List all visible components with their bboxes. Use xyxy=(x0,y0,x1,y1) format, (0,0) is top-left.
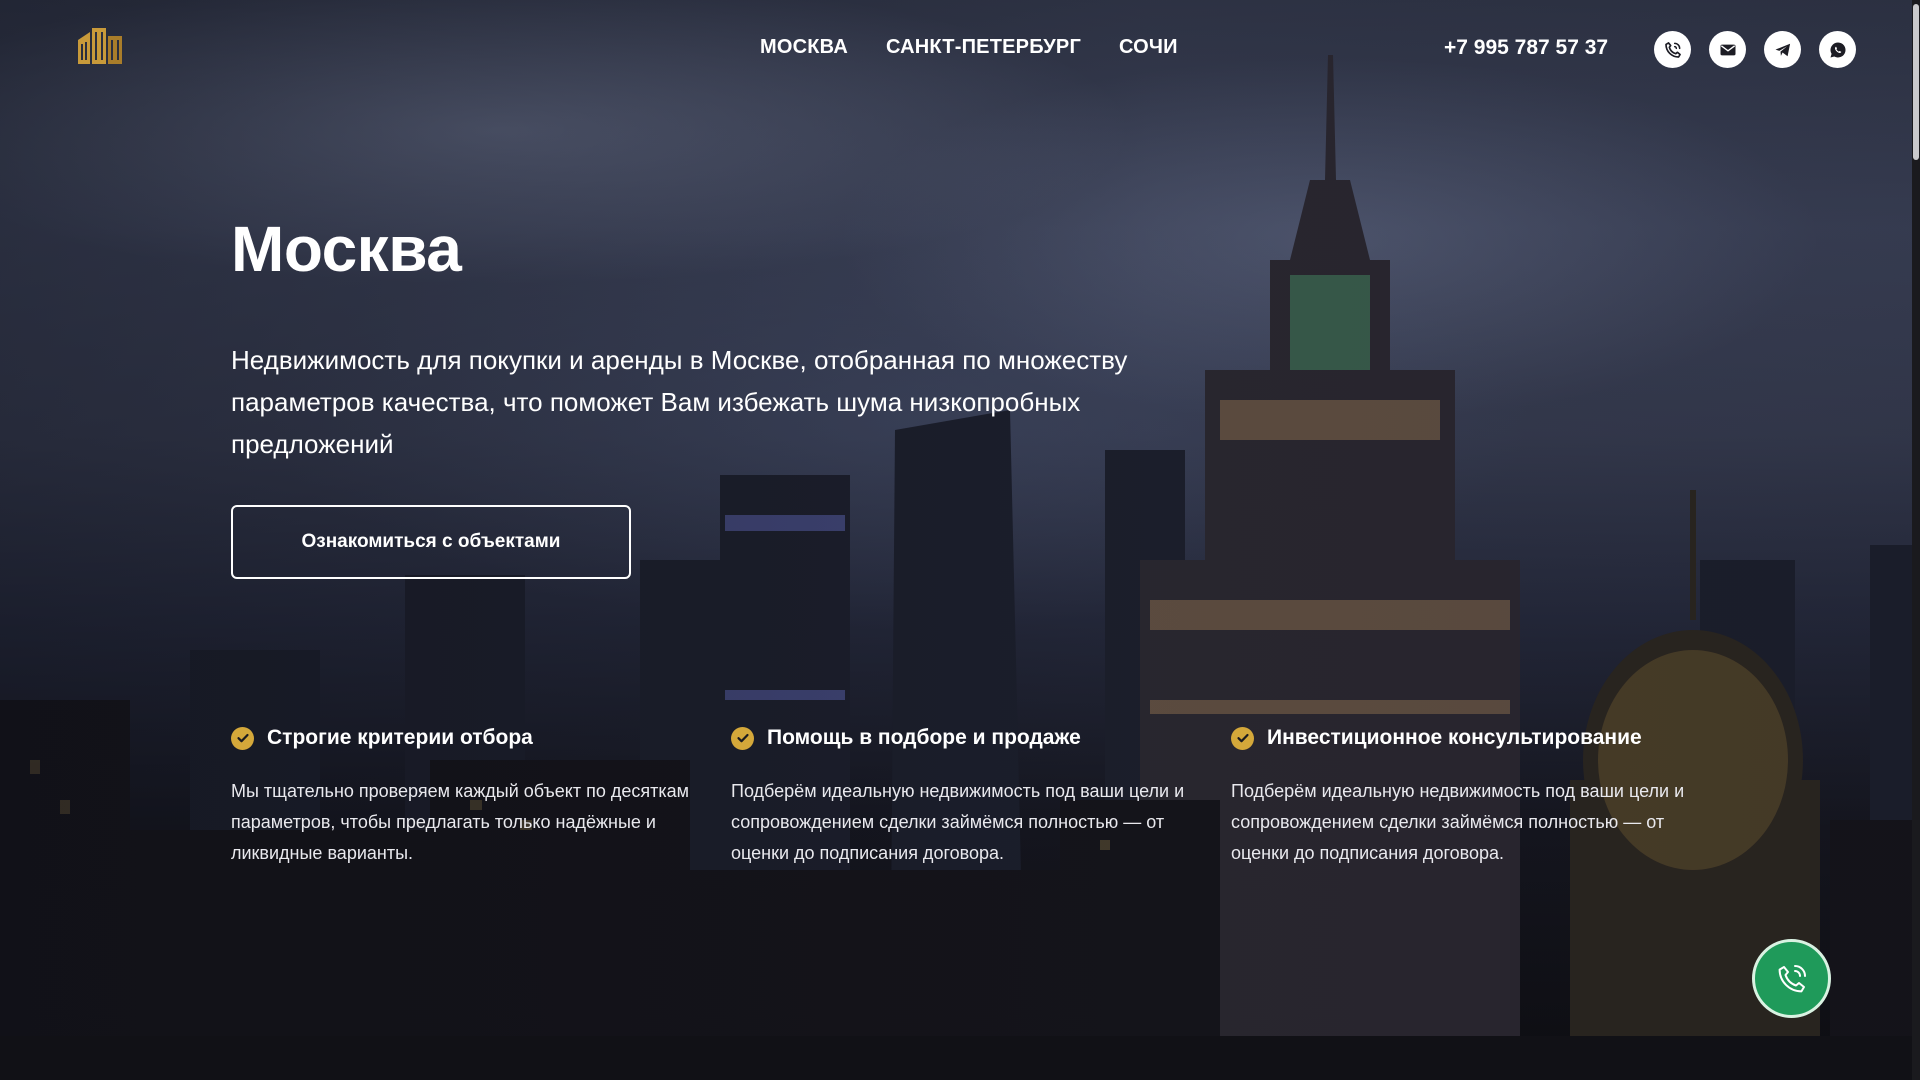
header-phone-link[interactable]: +7 995 787 57 37 xyxy=(1444,36,1608,60)
page-title: Москва xyxy=(231,213,462,285)
hero-lead-text: Недвижимость для покупки и аренды в Моск… xyxy=(231,345,1128,459)
feature-investment-consulting: Инвестиционное консультирование Подберём… xyxy=(1231,726,1691,869)
page-scrollbar[interactable] xyxy=(1912,0,1920,1080)
phone-call-icon xyxy=(1778,964,1806,992)
feature-text: Мы тщательно проверяем каждый объект по … xyxy=(231,781,690,863)
nav-link-sochi[interactable]: СОЧИ xyxy=(1119,36,1178,59)
feature-title: Помощь в подборе и продаже xyxy=(767,726,1081,749)
feature-strict-criteria: Строгие критерии отбора Мы тщательно про… xyxy=(231,726,691,869)
feature-title: Инвестиционное консультирование xyxy=(1267,726,1642,749)
mail-icon[interactable] xyxy=(1709,31,1746,68)
contact-icons xyxy=(1654,31,1856,68)
nav-link-saint-petersburg[interactable]: САНКТ-ПЕТЕРБУРГ xyxy=(886,36,1081,59)
scrollbar-thumb[interactable] xyxy=(1913,4,1919,160)
whatsapp-icon[interactable] xyxy=(1819,31,1856,68)
check-icon xyxy=(231,726,254,750)
check-icon xyxy=(1231,726,1254,750)
building-logo-icon[interactable] xyxy=(76,26,124,64)
feature-title: Строгие критерии отбора xyxy=(267,726,533,749)
feature-text: Подберём идеальную недвижимость под ваши… xyxy=(1231,781,1685,863)
feature-text: Подберём идеальную недвижимость под ваши… xyxy=(731,781,1185,863)
nav-link-moscow[interactable]: МОСКВА xyxy=(760,36,848,59)
floating-call-button[interactable] xyxy=(1752,939,1831,1018)
phone-icon[interactable] xyxy=(1654,31,1691,68)
telegram-icon[interactable] xyxy=(1764,31,1801,68)
feature-selection-help: Помощь в подборе и продаже Подберём идеа… xyxy=(731,726,1191,869)
check-icon xyxy=(731,726,754,750)
main-nav: МОСКВА САНКТ-ПЕТЕРБУРГ СОЧИ xyxy=(760,36,1178,59)
view-listings-button[interactable]: Ознакомиться с объектами xyxy=(231,505,631,579)
site-header: МОСКВА САНКТ-ПЕТЕРБУРГ СОЧИ +7 995 787 5… xyxy=(0,0,1910,100)
next-section-edge xyxy=(0,1036,1920,1080)
